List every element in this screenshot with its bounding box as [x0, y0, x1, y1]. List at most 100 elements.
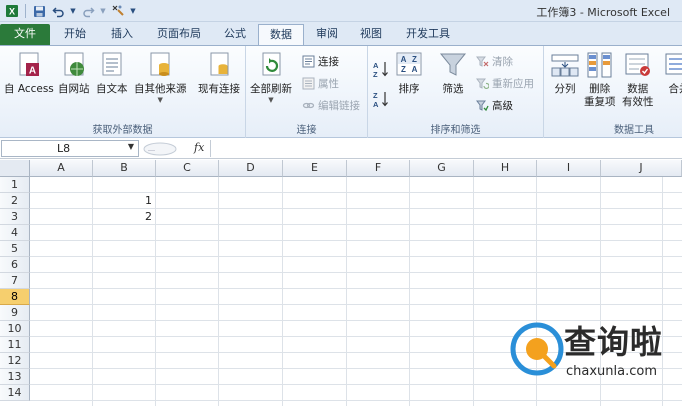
- svg-text:A: A: [373, 61, 379, 70]
- from-other-sources-button[interactable]: 自其他来源 ▼: [134, 50, 187, 104]
- excel-logo-icon[interactable]: X: [4, 3, 20, 19]
- advanced-label: 高级: [492, 100, 513, 112]
- link-icon: [302, 102, 315, 109]
- cell-b2[interactable]: 1: [93, 193, 155, 209]
- advanced-button[interactable]: 高级: [476, 98, 513, 113]
- text-file-icon: [102, 52, 122, 76]
- from-other-sources-label: 自其他来源: [134, 83, 187, 95]
- svg-text:Z: Z: [373, 70, 378, 78]
- group-label-data-tools: 数据工具: [614, 125, 654, 136]
- data-validation-button[interactable]: 数据 有效性: [622, 50, 654, 109]
- filter-button[interactable]: 筛选: [438, 50, 468, 96]
- tab-review[interactable]: 审阅: [306, 24, 348, 45]
- row-header-11[interactable]: 11: [0, 337, 30, 353]
- column-header-e[interactable]: E: [283, 160, 347, 177]
- row-header-8[interactable]: 8: [0, 289, 30, 305]
- group-data-tools: 分列 删除 重复项 数据 有效性 合并 数据工具: [544, 46, 682, 138]
- row-header-13[interactable]: 13: [0, 369, 30, 385]
- tab-page-layout[interactable]: 页面布局: [146, 24, 212, 45]
- row-header-9[interactable]: 9: [0, 305, 30, 321]
- connections-button[interactable]: 连接: [302, 54, 339, 69]
- cell-b3[interactable]: 2: [93, 209, 155, 225]
- qat-separator: [25, 4, 26, 18]
- edit-links-button[interactable]: 编辑链接: [302, 98, 360, 113]
- refresh-all-label: 全部刷新: [250, 83, 292, 95]
- row-header-10[interactable]: 10: [0, 321, 30, 337]
- other-sources-icon: [150, 52, 170, 76]
- text-to-columns-button[interactable]: 分列: [550, 50, 580, 96]
- sort-button[interactable]: AZZA 排序: [394, 50, 424, 96]
- clear-filter-icon: [476, 56, 489, 67]
- tab-home[interactable]: 开始: [52, 24, 98, 45]
- insert-function-icon[interactable]: fx: [194, 141, 204, 154]
- reapply-button[interactable]: 重新应用: [476, 76, 534, 91]
- column-header-a[interactable]: A: [30, 160, 93, 177]
- undo-dropdown-icon[interactable]: ▼: [69, 3, 77, 19]
- column-header-h[interactable]: H: [474, 160, 537, 177]
- row-header-1[interactable]: 1: [0, 177, 30, 193]
- row-header-4[interactable]: 4: [0, 225, 30, 241]
- column-header-c[interactable]: C: [156, 160, 219, 177]
- column-header-j[interactable]: J: [601, 160, 682, 177]
- row-header-3[interactable]: 3: [0, 209, 30, 225]
- tab-insert[interactable]: 插入: [100, 24, 144, 45]
- properties-button[interactable]: 属性: [302, 76, 339, 91]
- row-header-12[interactable]: 12: [0, 353, 30, 369]
- consolidate-button[interactable]: 合并: [664, 50, 682, 96]
- column-header-b[interactable]: B: [93, 160, 156, 177]
- ribbon: A 自 Access 自网站 自文本 自其他来源 ▼ 现有连接 获取外部数据 全…: [0, 45, 682, 138]
- row-header-14[interactable]: 14: [0, 385, 30, 401]
- name-box-value: L8: [57, 142, 71, 155]
- existing-connections-icon: [210, 52, 229, 76]
- tab-formulas[interactable]: 公式: [214, 24, 256, 45]
- redo-dropdown-icon[interactable]: ▼: [99, 3, 107, 19]
- existing-connections-button[interactable]: 现有连接: [198, 50, 240, 96]
- from-web-button[interactable]: 自网站: [58, 50, 90, 96]
- watermark-logo-icon: [510, 322, 564, 376]
- refresh-all-button[interactable]: 全部刷新 ▼: [250, 50, 292, 104]
- grid-column-line: [155, 177, 156, 406]
- format-painter-icon[interactable]: [110, 3, 126, 19]
- tab-data[interactable]: 数据: [258, 24, 304, 45]
- tab-file[interactable]: 文件: [0, 24, 50, 45]
- grid-column-line: [346, 177, 347, 406]
- quick-access-toolbar: X ▼ ▼ ▼: [4, 3, 137, 19]
- data-validation-icon: [625, 53, 650, 76]
- row-header-7[interactable]: 7: [0, 273, 30, 289]
- watermark-domain-text: chaxunla.com: [566, 364, 657, 379]
- remove-duplicates-button[interactable]: 删除 重复项: [584, 50, 616, 109]
- tab-developer[interactable]: 开发工具: [394, 24, 462, 45]
- grid-column-line: [218, 177, 219, 406]
- row-header-6[interactable]: 6: [0, 257, 30, 273]
- existing-connections-label: 现有连接: [198, 83, 240, 95]
- window-title: 工作簿3 - Microsoft Excel: [536, 6, 670, 19]
- column-header-g[interactable]: G: [410, 160, 474, 177]
- clear-button[interactable]: 清除: [476, 54, 513, 69]
- save-icon[interactable]: [31, 3, 47, 19]
- formula-input[interactable]: [210, 140, 682, 157]
- from-text-button[interactable]: 自文本: [96, 50, 128, 96]
- column-header-f[interactable]: F: [347, 160, 410, 177]
- name-box[interactable]: L8 ▼: [1, 140, 139, 157]
- redo-icon[interactable]: [80, 3, 96, 19]
- sort-descending-button[interactable]: ZA: [373, 90, 389, 108]
- svg-text:A: A: [373, 100, 379, 108]
- from-access-button[interactable]: A 自 Access: [4, 50, 54, 96]
- group-label-connections: 连接: [296, 125, 317, 136]
- text-to-columns-label: 分列: [554, 83, 576, 95]
- sort-ascending-button[interactable]: AZ: [373, 60, 389, 78]
- group-sort-filter: AZ ZA AZZA 排序 筛选 清除 重新应用 高级 排序和筛选: [368, 46, 544, 138]
- grid-row-line: [30, 240, 682, 241]
- sort-dialog-icon: A ZZ A: [396, 52, 422, 76]
- row-header-5[interactable]: 5: [0, 241, 30, 257]
- column-header-i[interactable]: I: [537, 160, 601, 177]
- undo-icon[interactable]: [50, 3, 66, 19]
- advanced-filter-icon: [476, 100, 489, 112]
- tab-view[interactable]: 视图: [350, 24, 392, 45]
- column-header-d[interactable]: D: [219, 160, 283, 177]
- svg-text:—: —: [148, 147, 155, 154]
- row-header-2[interactable]: 2: [0, 193, 30, 209]
- name-box-dropdown-icon[interactable]: ▼: [128, 142, 134, 151]
- customize-qat-icon[interactable]: ▼: [129, 3, 137, 19]
- select-all-corner[interactable]: [0, 160, 30, 177]
